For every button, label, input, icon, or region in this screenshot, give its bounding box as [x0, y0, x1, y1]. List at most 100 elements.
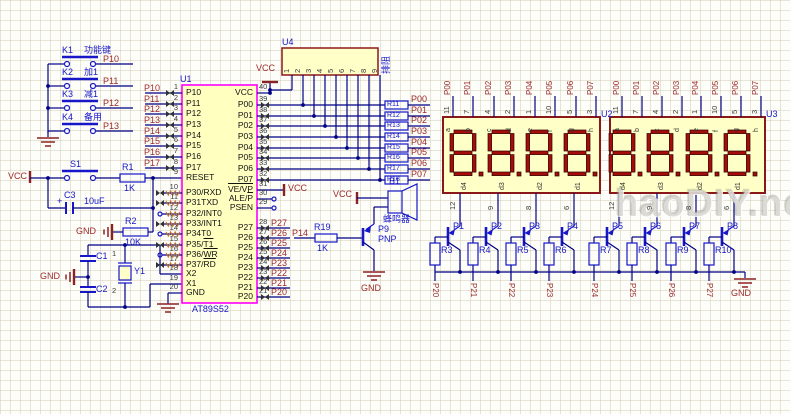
- crystal-y1[interactable]: [119, 266, 131, 280]
- segment-name: a: [614, 128, 622, 132]
- net-label: P03: [672, 81, 681, 95]
- no-connect-circle: [158, 212, 162, 216]
- decimal-point: [715, 172, 719, 176]
- net-label: P27: [271, 218, 287, 228]
- resistor-ref: R15: [387, 144, 400, 152]
- pin-number: 32: [259, 170, 267, 178]
- net-label: P04: [691, 81, 700, 95]
- buzzer-symbol[interactable]: [388, 191, 402, 213]
- resistor-r9[interactable]: [666, 243, 676, 265]
- segment-name: b: [634, 128, 642, 132]
- mcu-pin-name: P16: [186, 152, 201, 161]
- junction-dot: [312, 114, 316, 118]
- resistor-r3[interactable]: [430, 243, 440, 265]
- net-label: P25: [271, 238, 287, 248]
- decimal-point: [593, 172, 597, 176]
- pin-number: 1: [525, 110, 533, 114]
- pin-number: 6: [174, 136, 178, 144]
- net-label: P25: [628, 283, 637, 297]
- mcu-pin-name: P36/WR: [186, 250, 218, 259]
- display-ref: U3: [766, 109, 778, 119]
- pin-number: 35: [259, 138, 267, 146]
- segment: [728, 172, 746, 176]
- segment: [510, 155, 514, 173]
- cap-value: 10uF: [84, 196, 105, 206]
- resistor-r5[interactable]: [506, 243, 516, 265]
- segment-name: g: [568, 128, 576, 132]
- net-label: P03: [411, 126, 427, 136]
- pin-number: 24: [259, 258, 267, 266]
- junction-dot: [334, 135, 338, 139]
- pin-number: 4: [174, 115, 178, 123]
- resistor-r7[interactable]: [589, 243, 599, 265]
- resistor-ref: R9: [677, 245, 689, 255]
- resistor-r1[interactable]: [120, 174, 145, 182]
- mcu-pin-name: P30/RXD: [186, 188, 221, 197]
- resistor-ref: R6: [555, 245, 567, 255]
- pin-number: 2: [112, 287, 116, 295]
- pin-number: 39: [259, 95, 267, 103]
- net-label: P26: [271, 228, 287, 238]
- bowtie-mark: [166, 101, 170, 107]
- resistor-ref: R3: [441, 245, 453, 255]
- digit-name: d4: [620, 182, 628, 190]
- net-label: P05: [545, 81, 554, 95]
- net-label: P06: [731, 81, 740, 95]
- net-label: P07: [751, 81, 760, 95]
- mcu-pin-name: P15: [186, 141, 201, 150]
- pin-number: 20: [170, 283, 178, 291]
- pin-number: 36: [259, 127, 267, 135]
- bowtie-mark: [166, 143, 170, 149]
- segment: [586, 134, 590, 152]
- junction-dot: [356, 156, 360, 160]
- pin-number: 14: [170, 224, 178, 232]
- net-label: P00: [443, 81, 452, 95]
- resistor-ref: R17: [387, 165, 400, 173]
- bowtie-mark: [156, 200, 160, 206]
- resistor-r6[interactable]: [544, 243, 554, 265]
- segment: [472, 134, 476, 152]
- resistor-r2[interactable]: [123, 228, 148, 236]
- resistor-ref: R11: [387, 101, 399, 109]
- pin-number: 29: [259, 198, 267, 206]
- mcu-pin-name: P17: [186, 163, 201, 172]
- resistor-r8[interactable]: [627, 243, 637, 265]
- net-label: P17: [144, 158, 160, 168]
- switch-terminal: [65, 129, 70, 134]
- mcu-pin-name: VCC: [235, 88, 253, 97]
- transistor-ref: P8: [727, 221, 738, 231]
- button-ref: K4: [62, 112, 73, 122]
- segment: [728, 151, 746, 155]
- segment-name: g: [733, 128, 741, 132]
- digit-name: d1: [575, 182, 583, 190]
- decimal-point: [753, 172, 757, 176]
- pin-number: 2: [294, 69, 302, 73]
- resistor-r4[interactable]: [468, 243, 478, 265]
- pin-number: 19: [170, 274, 178, 282]
- schematic-canvas: haoDIY.net K1功能键P10K2加1P11K3减1P12K4备用P13…: [0, 0, 790, 414]
- pin-number: 17: [170, 255, 178, 263]
- junction-dot: [301, 103, 305, 107]
- pin-number: 2: [174, 94, 178, 102]
- segment: [564, 155, 568, 173]
- segment: [568, 151, 586, 155]
- resistor-r19[interactable]: [315, 234, 337, 242]
- segment: [450, 134, 454, 152]
- net-label: P01: [463, 81, 472, 95]
- plus-sign: +: [57, 196, 62, 206]
- segment-name: c: [486, 129, 494, 133]
- net-label: P02: [652, 81, 661, 95]
- net-label: P10: [103, 54, 119, 64]
- pin-number: 21: [259, 287, 267, 295]
- transistor-ref: P9: [378, 224, 389, 234]
- resnet-ref: U4: [282, 37, 294, 47]
- junction-dot: [46, 84, 50, 88]
- pin-number: 38: [259, 106, 267, 114]
- pin-number: 11: [170, 193, 178, 201]
- net-label: P16: [144, 147, 160, 157]
- pin-number: 4: [316, 69, 324, 73]
- segment: [609, 155, 613, 173]
- digit-name: d2: [537, 182, 545, 190]
- resistor-r10[interactable]: [704, 243, 714, 265]
- pin-number: 15: [170, 235, 178, 243]
